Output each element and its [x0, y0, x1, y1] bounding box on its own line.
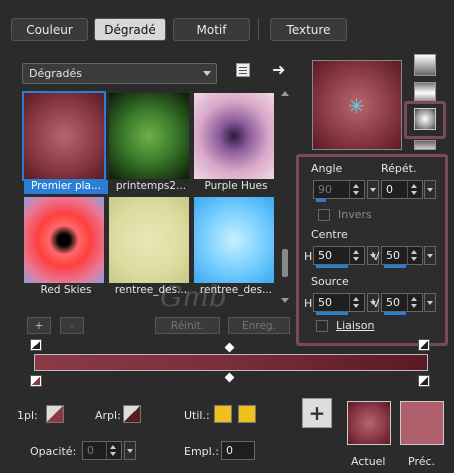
tab-degrade[interactable]: Dégradé	[94, 18, 166, 41]
opacity-midpoint[interactable]	[224, 342, 235, 353]
repeat-field[interactable]: 0	[381, 180, 423, 199]
source-h-field[interactable]: 50	[313, 293, 365, 315]
source-v-label: V	[372, 297, 380, 310]
repeat-dropdown[interactable]	[424, 180, 436, 199]
invert-checkbox[interactable]	[318, 209, 330, 221]
use-swatch-1[interactable]	[214, 405, 232, 423]
previous-swatch[interactable]	[400, 401, 444, 445]
color-stop-left[interactable]	[30, 375, 42, 387]
foreground-swatch[interactable]	[46, 405, 64, 423]
sunburst-style-icon[interactable]	[414, 140, 436, 150]
gradient-bar[interactable]	[34, 354, 428, 371]
use-label: Util.:	[184, 409, 210, 422]
remove-stop-button[interactable]: -	[60, 317, 84, 334]
thumbnails-scrollbar[interactable]	[280, 91, 290, 303]
repeat-spin[interactable]	[407, 181, 422, 198]
scroll-down-icon[interactable]	[281, 298, 289, 303]
location-label: Empl.:	[184, 445, 219, 458]
invert-label: Invers	[338, 208, 372, 221]
center-v-label: V	[372, 250, 380, 263]
radial-style-icon[interactable]	[414, 108, 436, 130]
background-swatch[interactable]	[123, 405, 141, 423]
gradient-thumb-purple-hues[interactable]: Purple Hues	[194, 93, 274, 192]
reset-button[interactable]: Réinit.	[155, 317, 220, 334]
angle-dropdown[interactable]	[367, 180, 379, 199]
opacity-dropdown[interactable]	[124, 441, 136, 460]
gradients-dropdown[interactable]: Dégradés	[22, 63, 217, 84]
opacity-stop-left[interactable]	[30, 339, 42, 351]
add-swatch-button[interactable]: +	[302, 398, 332, 428]
use-swatch-2[interactable]	[238, 405, 256, 423]
center-h-label: H	[304, 250, 313, 263]
gradient-preview[interactable]: ✳	[312, 60, 402, 150]
background-label: Arpl:	[95, 409, 121, 422]
scroll-up-icon[interactable]	[281, 91, 289, 96]
angle-spin[interactable]	[349, 181, 364, 198]
watermark-logo: Gmb	[160, 280, 227, 313]
source-v-field[interactable]: 50	[381, 293, 423, 315]
gradient-library-icon[interactable]	[236, 63, 250, 77]
center-h-slider[interactable]	[316, 265, 348, 268]
chevron-down-icon	[203, 71, 211, 76]
color-stop-right[interactable]	[418, 375, 430, 387]
save-button[interactable]: Enreg.	[228, 317, 290, 334]
gradients-dropdown-value: Dégradés	[29, 67, 82, 80]
source-h-spin[interactable]	[349, 294, 364, 311]
center-marker-icon[interactable]: ✳	[348, 94, 365, 118]
angle-label: Angle	[311, 162, 343, 175]
source-v-spin[interactable]	[407, 294, 422, 311]
link-label: Liaison	[336, 319, 375, 332]
opacity-label: Opacité:	[30, 445, 77, 458]
tab-separator	[258, 18, 259, 40]
source-v-dropdown[interactable]	[424, 293, 436, 312]
gradient-thumb-printemps[interactable]: printemps2...	[109, 93, 189, 192]
tab-motif[interactable]: Motif	[173, 18, 250, 41]
tab-couleur[interactable]: Couleur	[11, 18, 88, 41]
previous-label: Préc.	[408, 455, 436, 468]
source-h-slider[interactable]	[316, 312, 348, 315]
location-field[interactable]: 0	[221, 441, 255, 460]
gradient-thumb-premier-plan[interactable]: Premier pla...	[22, 91, 108, 194]
add-stop-button[interactable]: +	[27, 317, 51, 334]
gradient-thumb-rentree-1[interactable]: rentree_des...	[109, 197, 189, 296]
current-label: Actuel	[351, 455, 386, 468]
center-v-dropdown[interactable]	[424, 246, 436, 265]
current-swatch[interactable]	[347, 401, 391, 445]
linear-style-icon[interactable]	[414, 54, 436, 76]
tab-texture[interactable]: Texture	[270, 18, 347, 41]
repeat-label: Répét.	[381, 162, 417, 175]
gradient-thumb-rentree-2[interactable]: rentree_des...	[194, 197, 274, 296]
source-h-label: H	[304, 297, 313, 310]
scrollbar-thumb[interactable]	[282, 249, 288, 277]
source-v-slider[interactable]	[384, 312, 406, 315]
center-v-slider[interactable]	[384, 265, 406, 268]
angle-field[interactable]: 90	[313, 180, 365, 202]
center-label: Centre	[311, 228, 348, 241]
center-v-spin[interactable]	[407, 247, 422, 264]
link-checkbox[interactable]	[316, 320, 328, 332]
gradient-thumb-red-skies[interactable]: Red Skies	[24, 197, 104, 296]
center-v-field[interactable]: 50	[381, 246, 423, 268]
opacity-stop-right[interactable]	[418, 339, 430, 351]
center-h-field[interactable]: 50	[313, 246, 365, 268]
opacity-spin[interactable]	[106, 442, 121, 459]
angle-slider[interactable]	[316, 199, 326, 202]
opacity-field[interactable]: 0	[82, 441, 122, 460]
arrow-right-icon[interactable]: ➜	[272, 60, 285, 79]
center-h-spin[interactable]	[349, 247, 364, 264]
source-label: Source	[311, 275, 349, 288]
color-midpoint[interactable]	[224, 372, 235, 383]
foreground-label: 1pl:	[17, 409, 38, 422]
